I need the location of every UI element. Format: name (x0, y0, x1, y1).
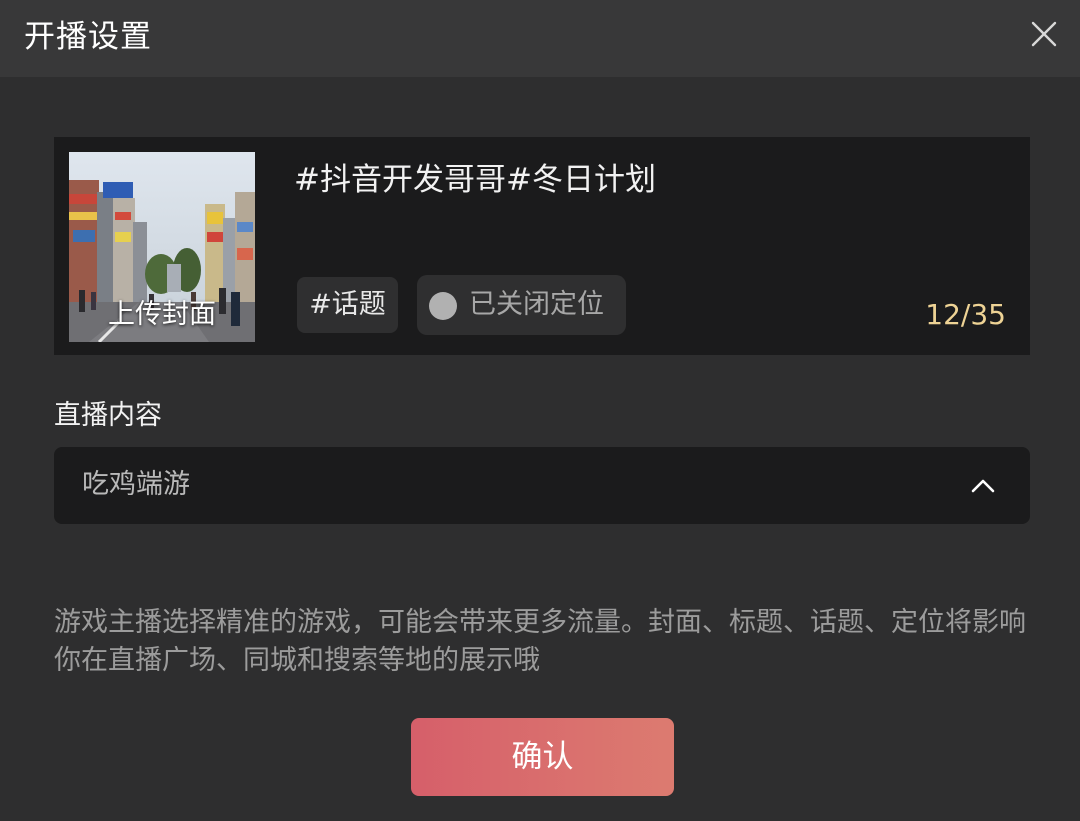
live-info-card: 上传封面 #抖音开发哥哥#冬日计划 #话题 已关闭定位 12/35 (54, 137, 1030, 355)
location-toggle[interactable]: 已关闭定位 (417, 275, 626, 335)
title-char-counter: 12/35 (925, 298, 1006, 331)
hint-text: 游戏主播选择精准的游戏，可能会带来更多流量。封面、标题、话题、定位将影响你在直播… (54, 607, 1026, 676)
dialog-title: 开播设置 (24, 19, 152, 55)
live-content-select[interactable]: 吃鸡端游 (54, 447, 1030, 524)
cover-upload-label: 上传封面 (108, 299, 216, 330)
live-content-selected-value: 吃鸡端游 (82, 469, 190, 500)
title-bar: 开播设置 (0, 0, 1080, 77)
close-icon[interactable] (1024, 14, 1064, 54)
topic-button[interactable]: #话题 (297, 277, 398, 333)
location-status-dot-icon (429, 292, 457, 320)
confirm-button[interactable]: 确认 (411, 718, 674, 796)
location-toggle-label: 已关闭定位 (469, 289, 604, 320)
live-title-input[interactable]: #抖音开发哥哥#冬日计划 (294, 159, 656, 201)
chevron-up-icon[interactable] (968, 471, 998, 501)
live-content-label: 直播内容 (54, 400, 162, 431)
cover-upload[interactable]: 上传封面 (69, 152, 255, 342)
